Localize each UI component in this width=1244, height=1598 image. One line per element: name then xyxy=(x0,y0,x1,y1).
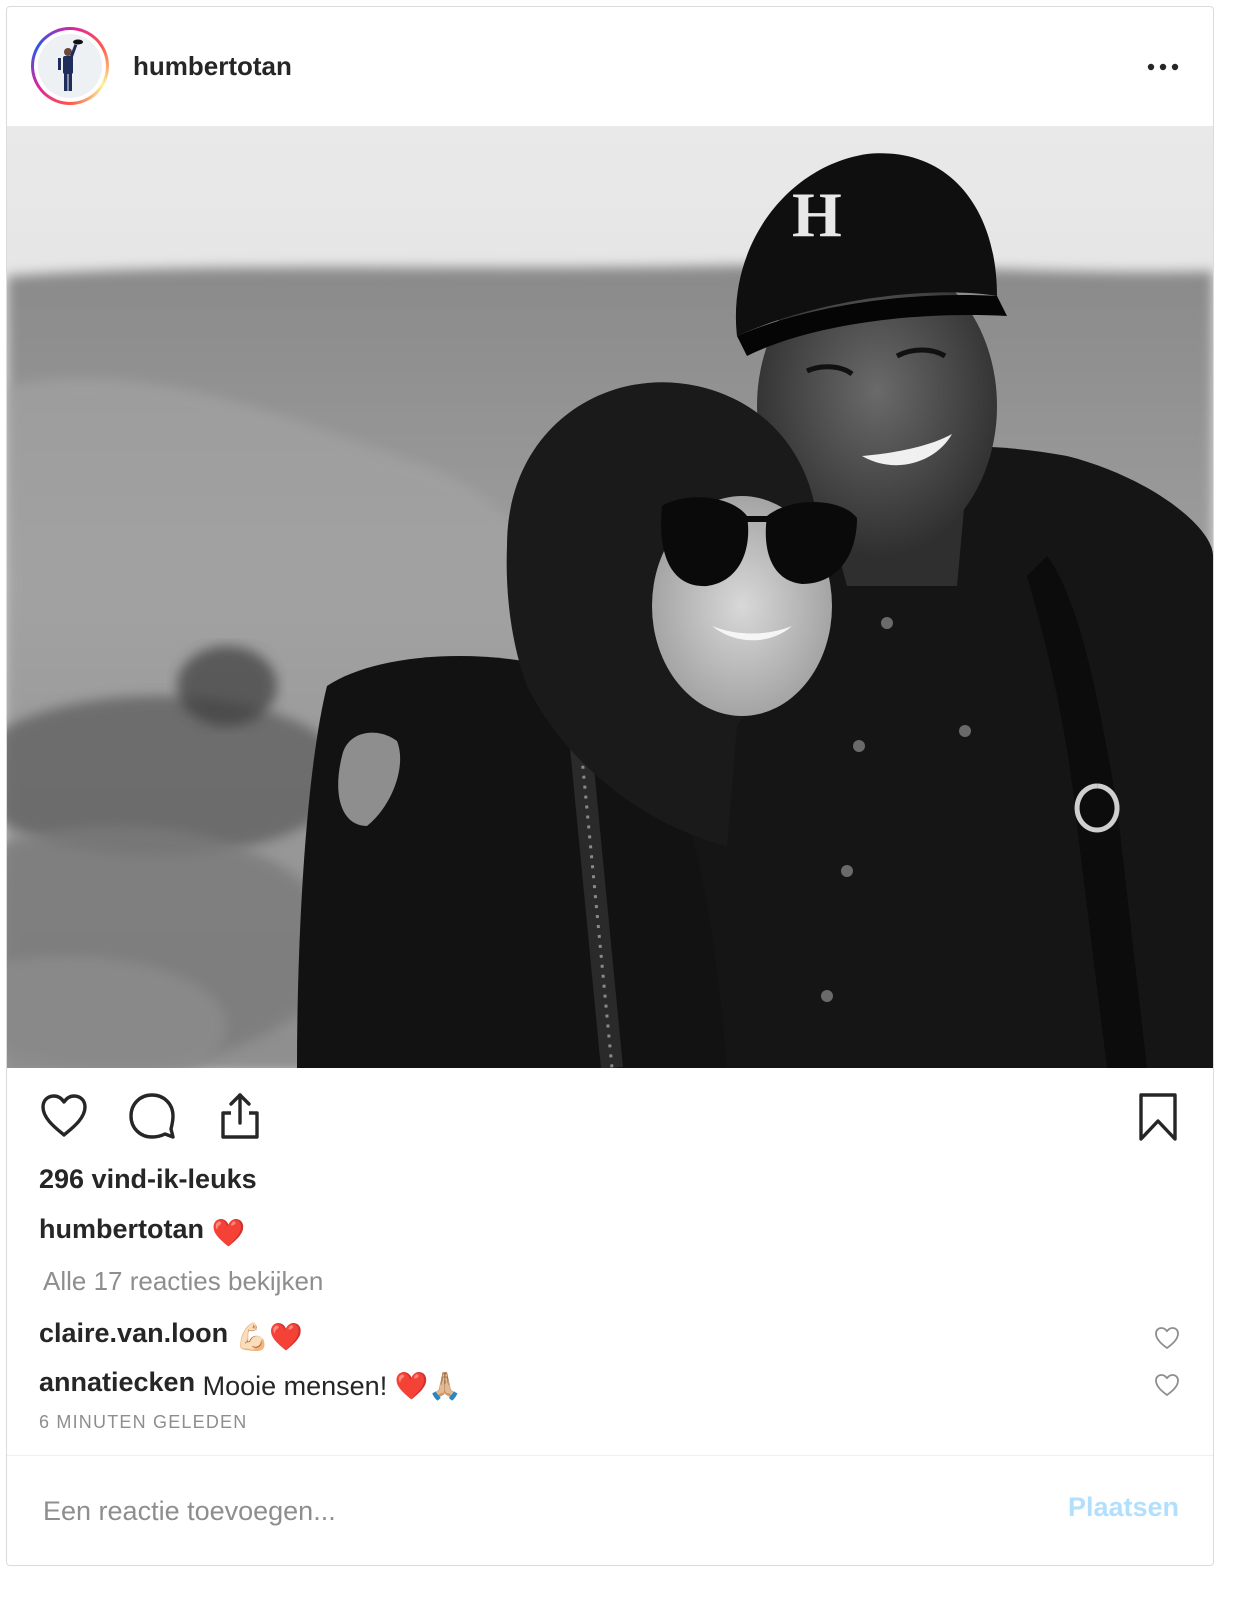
cap-logo: H xyxy=(792,179,842,250)
avatar[interactable] xyxy=(38,34,102,98)
post-photo[interactable]: H xyxy=(7,126,1213,1068)
likes-count[interactable]: 296 vind-ik-leuks xyxy=(39,1164,257,1195)
comment-icon[interactable] xyxy=(125,1089,179,1143)
more-options-icon[interactable] xyxy=(1143,51,1183,83)
caption: humbertotan ❤️ xyxy=(39,1214,245,1249)
post-username[interactable]: humbertotan xyxy=(133,51,292,82)
bookmark-icon[interactable] xyxy=(1131,1089,1185,1143)
comment-username[interactable]: claire.van.loon xyxy=(39,1318,228,1348)
post-timestamp[interactable]: 6 MINUTEN GELEDEN xyxy=(39,1412,247,1433)
view-all-comments-link[interactable]: Alle 17 reacties bekijken xyxy=(43,1266,323,1297)
small-heart-icon[interactable] xyxy=(1153,1324,1181,1352)
small-heart-icon[interactable] xyxy=(1153,1371,1181,1399)
comment-input[interactable] xyxy=(41,1490,1005,1532)
post-card: humbertotan H 296 vind-ik-leuks humberto… xyxy=(6,6,1214,1566)
share-icon[interactable] xyxy=(213,1089,267,1143)
comment-text: 💪🏻❤️ xyxy=(235,1322,303,1352)
comment-composer: Plaatsen xyxy=(7,1456,1213,1566)
comment-text: Mooie mensen! ❤️🙏🏼 xyxy=(202,1371,462,1401)
heart-icon[interactable] xyxy=(37,1089,91,1143)
story-ring[interactable] xyxy=(31,27,109,105)
comment-item: annatiecken Mooie mensen! ❤️🙏🏼 xyxy=(39,1367,1159,1402)
action-bar xyxy=(7,1089,1213,1149)
post-header: humbertotan xyxy=(7,7,1213,126)
comment-item: claire.van.loon 💪🏻❤️ xyxy=(39,1318,1159,1353)
comment-username[interactable]: annatiecken xyxy=(39,1367,195,1397)
caption-text: ❤️ xyxy=(211,1218,246,1248)
post-comment-button[interactable]: Plaatsen xyxy=(1068,1492,1179,1523)
caption-username[interactable]: humbertotan xyxy=(39,1214,204,1244)
